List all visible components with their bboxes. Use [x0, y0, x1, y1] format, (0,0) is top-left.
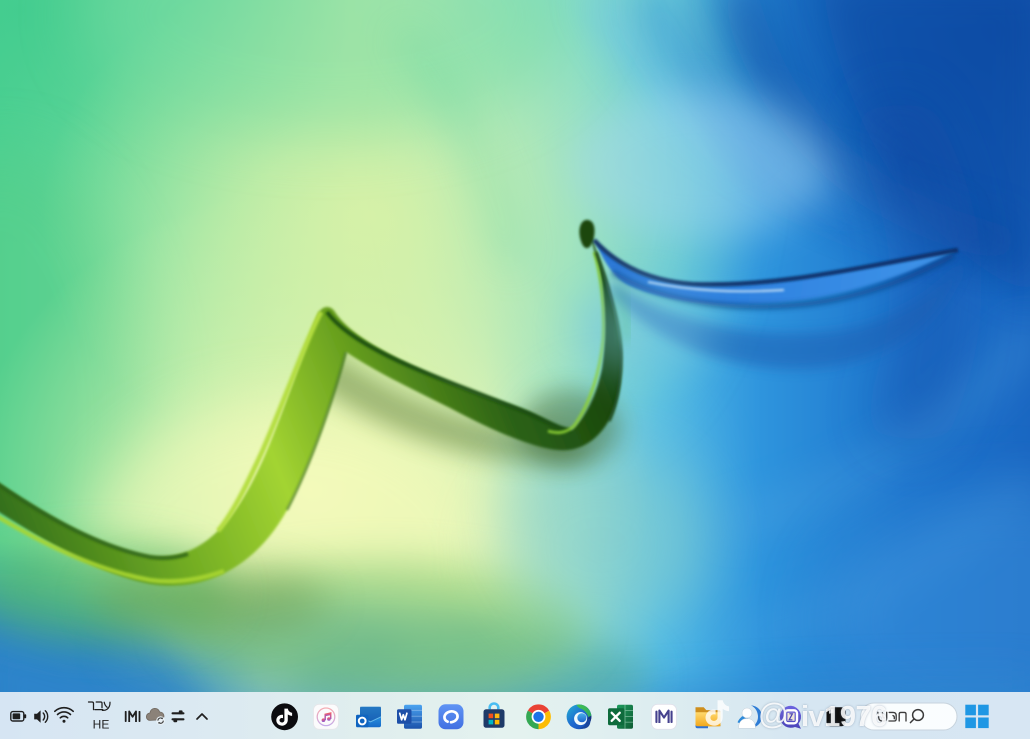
- svg-text:HE: HE: [93, 718, 110, 732]
